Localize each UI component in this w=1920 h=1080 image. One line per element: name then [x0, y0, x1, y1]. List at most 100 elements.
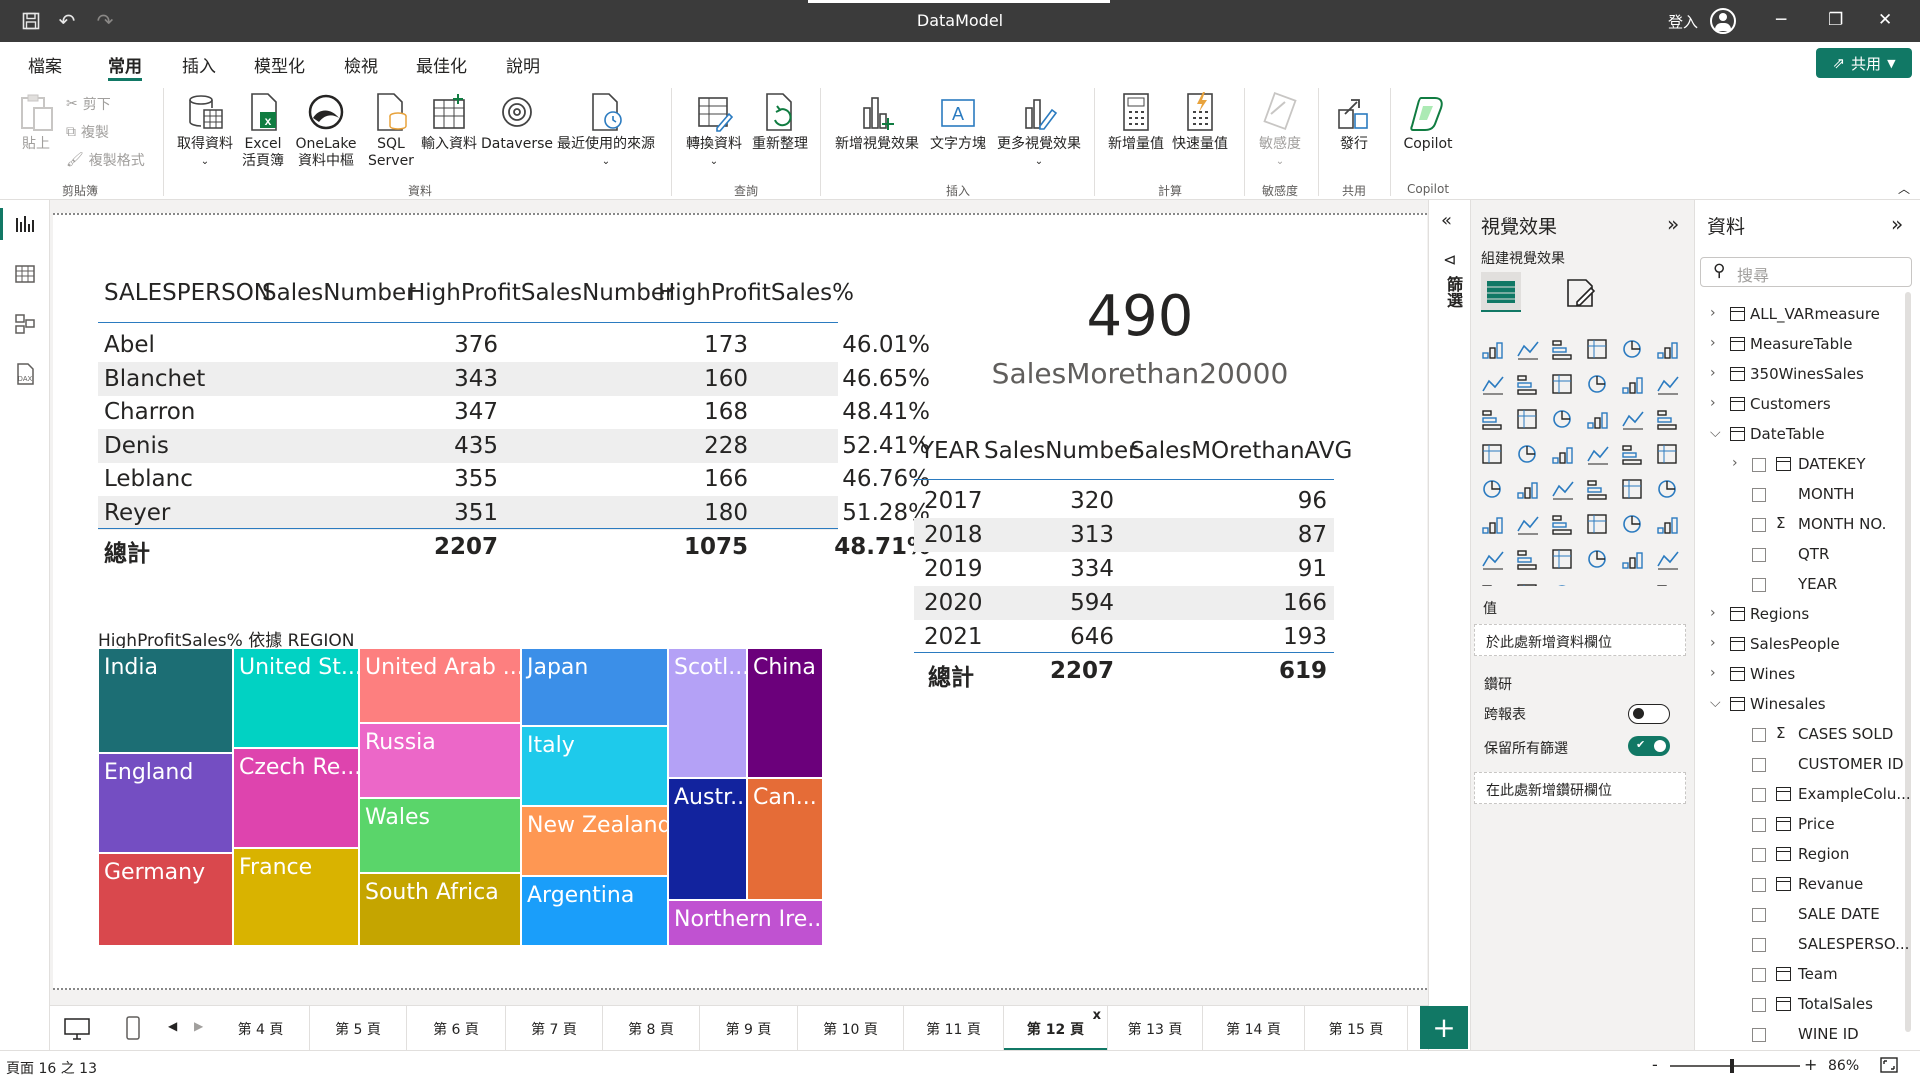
- next-page-icon[interactable]: ▶: [194, 1019, 203, 1033]
- recent-sources-button[interactable]: 最近使用的來源 ⌄: [552, 92, 660, 170]
- table-row[interactable]: Denis 435 228 52.41%: [98, 428, 930, 463]
- visual-type-icon[interactable]: [1517, 584, 1537, 586]
- data-table-item[interactable]: › SalesPeople: [1710, 633, 1910, 657]
- table-row[interactable]: Charron 347 168 48.41%: [98, 395, 930, 429]
- data-table-item[interactable]: › 350WinesSales: [1710, 363, 1910, 387]
- new-visual-button[interactable]: 新增視覺效果: [830, 92, 924, 153]
- visual-type-icon[interactable]: [1483, 480, 1501, 498]
- menu-view[interactable]: 檢視: [344, 52, 378, 77]
- visual-type-icon[interactable]: [1587, 446, 1609, 465]
- desktop-layout-icon[interactable]: [64, 1018, 90, 1040]
- visual-type-icon[interactable]: [1517, 482, 1538, 499]
- visual-type-icon[interactable]: [1657, 410, 1677, 430]
- menu-modeling[interactable]: 模型化: [254, 52, 305, 77]
- add-page-button[interactable]: +: [1420, 1006, 1468, 1049]
- visual-type-icon[interactable]: [1587, 412, 1608, 429]
- enter-data-button[interactable]: 輸入資料: [418, 92, 480, 153]
- visual-type-icon[interactable]: [1657, 342, 1678, 359]
- sensitivity-button[interactable]: 敏感度 ⌄: [1252, 92, 1308, 170]
- salesperson-table[interactable]: SALESPERSON SalesNumber HighProfitSalesN…: [98, 276, 930, 567]
- visual-type-icon[interactable]: [1587, 480, 1607, 500]
- page-tab[interactable]: 第 13 頁: [1108, 1006, 1203, 1051]
- menu-home[interactable]: 常用: [108, 52, 142, 81]
- table-row[interactable]: 2019 334 91: [914, 552, 1334, 586]
- treemap-tile[interactable]: South Africa: [359, 873, 521, 946]
- chevron-right-icon[interactable]: ›: [1710, 395, 1716, 411]
- report-view-icon[interactable]: [13, 212, 37, 236]
- chevron-right-icon[interactable]: ›: [1732, 455, 1738, 471]
- onelake-button[interactable]: OneLake 資料中樞: [290, 92, 362, 170]
- page-tab[interactable]: 第 15 頁: [1305, 1006, 1408, 1051]
- field-checkbox[interactable]: [1752, 818, 1766, 832]
- page-tab[interactable]: 第 9 頁: [700, 1006, 798, 1051]
- treemap-tile[interactable]: Can...: [747, 778, 823, 900]
- cut-button[interactable]: ✂ 剪下: [66, 94, 111, 114]
- visual-type-icon[interactable]: [1552, 374, 1572, 394]
- chevron-down-icon[interactable]: ⌵: [1710, 695, 1721, 711]
- menu-help[interactable]: 說明: [506, 52, 540, 77]
- close-window-button[interactable]: ✕: [1878, 10, 1892, 30]
- field-checkbox[interactable]: [1752, 878, 1766, 892]
- text-box-button[interactable]: A 文字方塊: [924, 92, 992, 153]
- excel-button[interactable]: x Excel 活頁簿: [238, 92, 288, 170]
- data-field-item[interactable]: WINE ID: [1732, 1023, 1910, 1047]
- field-checkbox[interactable]: [1752, 758, 1766, 772]
- visual-type-icon[interactable]: [1482, 551, 1504, 570]
- col-header-salesnumber[interactable]: SalesNumber: [262, 280, 416, 306]
- close-tab-icon[interactable]: x: [1093, 1008, 1101, 1023]
- field-checkbox[interactable]: [1752, 578, 1766, 592]
- transform-data-button[interactable]: 轉換資料 ⌄: [680, 92, 748, 170]
- chevron-right-icon[interactable]: ›: [1710, 605, 1716, 621]
- treemap-tile[interactable]: Italy: [521, 726, 668, 806]
- table-row[interactable]: Blanchet 343 160 46.65%: [98, 361, 930, 396]
- minimize-button[interactable]: ─: [1776, 10, 1786, 30]
- data-field-item[interactable]: Region: [1732, 843, 1910, 867]
- field-checkbox[interactable]: [1752, 518, 1766, 532]
- visual-type-icon[interactable]: [1482, 342, 1503, 359]
- visual-type-icon[interactable]: [1482, 376, 1504, 395]
- collapse-viz-pane-icon[interactable]: »: [1667, 212, 1679, 236]
- visual-type-icon[interactable]: [1623, 340, 1641, 358]
- table-row[interactable]: Reyer 351 180 51.28%: [98, 495, 930, 530]
- visual-type-icon[interactable]: [1482, 444, 1502, 464]
- page-tab[interactable]: 第 10 頁: [798, 1006, 904, 1051]
- field-checkbox[interactable]: [1752, 488, 1766, 502]
- table-row[interactable]: 2017 320 96: [914, 484, 1334, 518]
- chevron-right-icon[interactable]: ›: [1710, 635, 1716, 651]
- format-visual-icon[interactable]: [1563, 276, 1597, 310]
- visual-type-icon[interactable]: [1517, 516, 1539, 535]
- data-field-item[interactable]: ExampleColu...: [1732, 783, 1911, 807]
- data-field-item[interactable]: TotalSales: [1732, 993, 1910, 1017]
- visual-type-icon[interactable]: [1587, 339, 1607, 359]
- chevron-right-icon[interactable]: ›: [1710, 365, 1716, 381]
- expand-filters-icon[interactable]: «: [1441, 210, 1452, 231]
- field-checkbox[interactable]: [1752, 908, 1766, 922]
- paste-button[interactable]: 貼上: [14, 92, 58, 153]
- format-painter-button[interactable]: 🖌 複製格式: [66, 150, 145, 170]
- treemap-tile[interactable]: France: [233, 848, 359, 946]
- visual-type-icon[interactable]: [1518, 445, 1536, 463]
- filters-label[interactable]: 篩選: [1441, 276, 1465, 308]
- mobile-layout-icon[interactable]: [126, 1016, 140, 1040]
- fit-to-page-icon[interactable]: [1880, 1057, 1898, 1073]
- values-drop-zone[interactable]: 於此處新增資料欄位: [1474, 624, 1686, 656]
- dataverse-button[interactable]: Dataverse: [481, 92, 553, 153]
- visual-type-icon[interactable]: [1552, 481, 1574, 500]
- collapse-data-pane-icon[interactable]: »: [1891, 212, 1903, 236]
- visual-type-icon[interactable]: [1622, 411, 1644, 430]
- year-table[interactable]: YEAR SalesNumber SalesMOrethanAVG 2017 32…: [914, 434, 1352, 694]
- field-checkbox[interactable]: [1752, 848, 1766, 862]
- visual-type-icon[interactable]: [1553, 410, 1571, 428]
- treemap-tile[interactable]: Austr...: [668, 778, 747, 900]
- page-tab[interactable]: 第 8 頁: [603, 1006, 700, 1051]
- field-checkbox[interactable]: [1752, 968, 1766, 982]
- treemap-tile[interactable]: Northern Ire...: [668, 900, 823, 946]
- chevron-down-icon[interactable]: ⌵: [1710, 425, 1721, 441]
- data-table-item[interactable]: › Regions: [1710, 603, 1910, 627]
- zoom-out-button[interactable]: -: [1652, 1055, 1658, 1074]
- treemap-tile[interactable]: England: [98, 753, 233, 853]
- maximize-button[interactable]: ❐: [1828, 10, 1843, 30]
- treemap-tile[interactable]: Wales: [359, 798, 521, 873]
- page-tab[interactable]: 第 12 頁 x: [1004, 1006, 1108, 1051]
- page-tab[interactable]: 第 11 頁: [904, 1006, 1004, 1051]
